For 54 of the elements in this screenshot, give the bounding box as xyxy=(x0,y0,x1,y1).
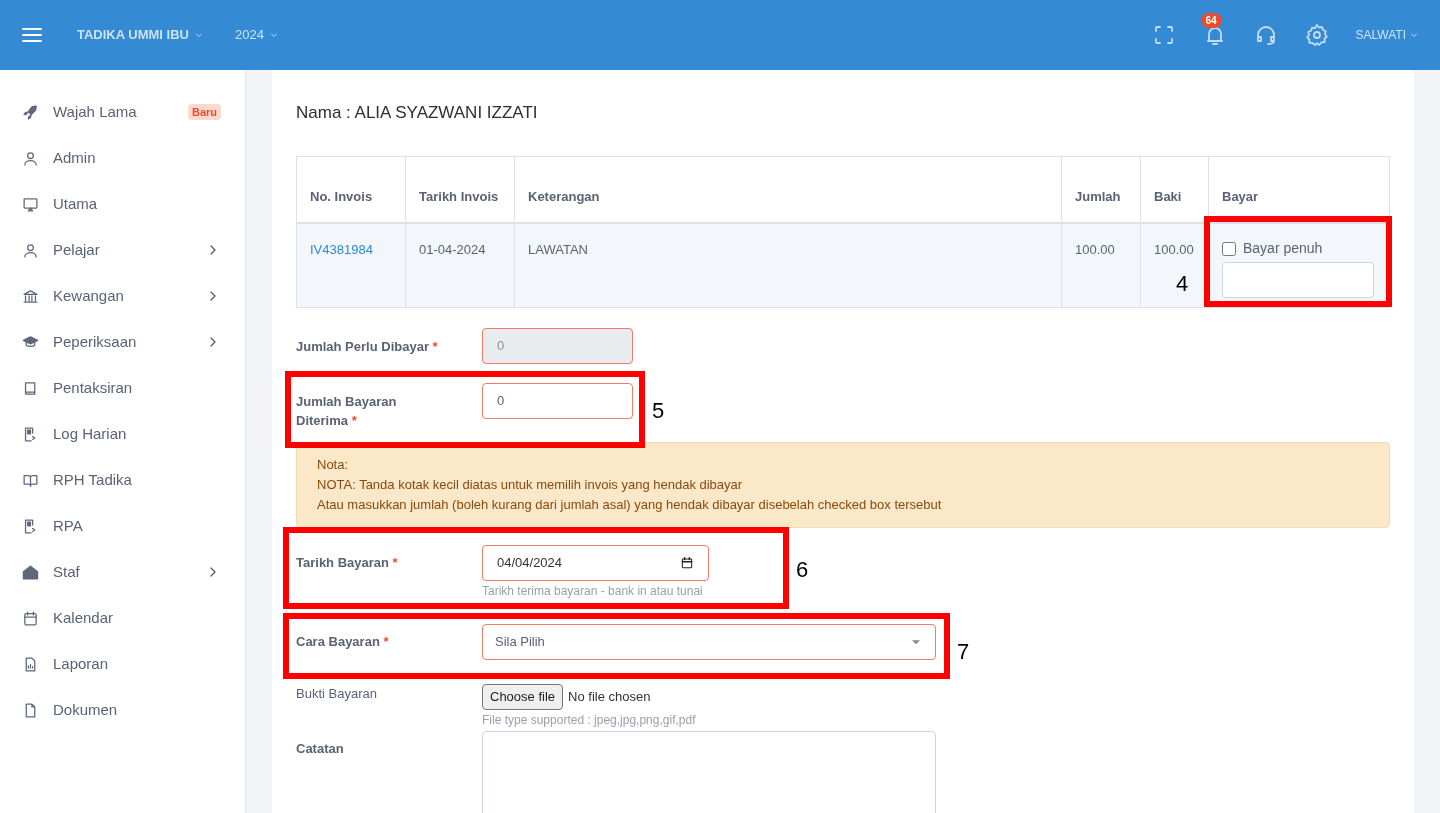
sidebar-item[interactable]: Admin xyxy=(0,135,245,181)
new-badge: Baru xyxy=(187,104,221,120)
field-label: Jumlah Perlu Dibayar * xyxy=(296,337,439,356)
sidebar-item[interactable]: Log Harian xyxy=(0,411,245,457)
sidebar-item[interactable]: Dokumen xyxy=(0,687,245,733)
annotation-number: 7 xyxy=(957,638,970,666)
user-icon xyxy=(22,241,39,259)
sidebar-item[interactable]: RPH Tadika xyxy=(0,457,245,503)
sidebar-item[interactable]: Peperiksaan xyxy=(0,319,245,365)
sidebar-item[interactable]: Utama xyxy=(0,181,245,227)
annotation-number: 6 xyxy=(796,556,809,584)
amount-input[interactable] xyxy=(1222,262,1374,298)
field-label: Cara Bayaran * xyxy=(296,632,390,651)
calendar-icon xyxy=(22,609,39,627)
invoice-link[interactable]: IV4381984 xyxy=(310,242,373,257)
note-text: Nota: xyxy=(317,455,350,474)
file-status: No file chosen xyxy=(568,687,651,706)
choose-file-button[interactable]: Choose file xyxy=(482,683,564,710)
table-cell: LAWATAN xyxy=(514,223,1062,307)
help-text: Tarikh terima bayaran - bank in atau tunai xyxy=(482,582,704,600)
payment-method-select[interactable]: Sila Pilih xyxy=(482,623,936,660)
sidebar-item[interactable]: Kalendar xyxy=(0,595,245,641)
number-input: 0 xyxy=(482,327,633,364)
monitor-icon xyxy=(22,195,39,213)
table-cell: 100.00 xyxy=(1061,223,1141,307)
settings-icon[interactable] xyxy=(1304,23,1329,47)
sidebar-item[interactable]: Laporan xyxy=(0,641,245,687)
field-label: Jumlah Bayaran Diterima * xyxy=(296,392,398,430)
number-input[interactable]: 0 xyxy=(482,382,633,419)
rocket-icon xyxy=(22,103,39,121)
student-name: Nama : ALIA SYAZWANI IZZATI xyxy=(296,102,539,124)
note-text: Atau masukkan jumlah (boleh kurang dari jumlah asal) yang hendak dibayar disebelah checked box tersebut xyxy=(317,495,943,514)
date-input[interactable]: 04/04/2024 xyxy=(482,544,709,581)
calendar-icon xyxy=(680,555,694,570)
checkbox[interactable] xyxy=(1222,241,1236,256)
field-label: Tarikh Bayaran * xyxy=(296,553,399,572)
table-cell: 01-04-2024 xyxy=(405,223,515,307)
checkbox-label: Bayar penuh xyxy=(1243,239,1323,258)
sidebar-item[interactable]: RPA xyxy=(0,503,245,549)
sidebar-item[interactable]: Kewangan xyxy=(0,273,245,319)
sidebar-item[interactable]: Wajah Lama Baru xyxy=(0,89,245,135)
house-icon xyxy=(22,563,39,581)
user-icon xyxy=(22,149,39,167)
help-text: File type supported : jpeg,jpg,png,gif,pdf xyxy=(482,711,696,729)
bank-icon xyxy=(22,287,39,305)
note-text: NOTA: Tanda kotak kecil diatas untuk memilih invois yang hendak dibayar xyxy=(317,475,744,494)
sidebar-item[interactable]: Pelajar xyxy=(0,227,245,273)
notification-badge: 64 xyxy=(1200,13,1222,28)
annotation-number: 5 xyxy=(652,397,665,425)
field-label: Catatan xyxy=(296,739,345,758)
sidebar-item[interactable]: Staf xyxy=(0,549,245,595)
sidebar-item[interactable]: Pentaksiran xyxy=(0,365,245,411)
annotation-number: 4 xyxy=(1176,270,1189,298)
field-label: Bukti Bayaran xyxy=(296,684,378,703)
